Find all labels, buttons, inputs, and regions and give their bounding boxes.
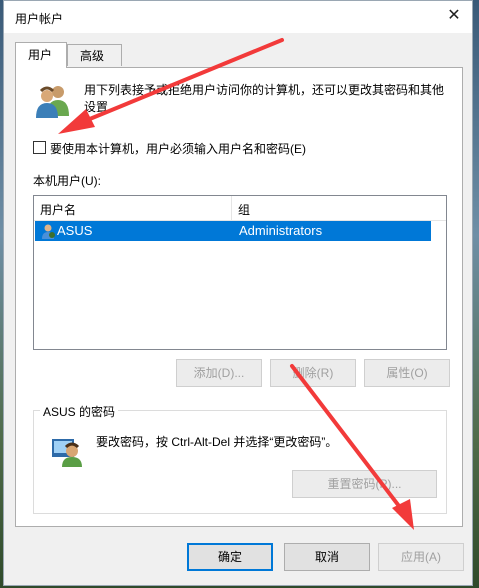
cancel-button[interactable]: 取消 — [284, 543, 370, 571]
must-enter-password-checkbox[interactable] — [33, 141, 46, 154]
local-users-label: 本机用户(U): — [33, 174, 101, 188]
users-icon — [36, 86, 69, 118]
user-list[interactable]: 用户名 组 ASUS Administrators — [33, 195, 447, 350]
password-user-icon — [52, 439, 82, 467]
tab-users[interactable]: 用户 — [15, 42, 67, 68]
remove-user-button[interactable]: 删除(R) — [270, 359, 356, 387]
user-accounts-dialog: 用户帐户 ✕ 用户 高级 用下列表接予或拒绝用户访问你的计算机，还可以更改其密码… — [3, 0, 473, 586]
must-enter-password-label[interactable]: 要使用本计算机，用户必须输入用户名和密码(E) — [50, 140, 306, 157]
ok-button[interactable]: 确定 — [187, 543, 273, 571]
user-row-icon — [42, 224, 55, 239]
user-row-name: ASUS — [57, 223, 93, 238]
users-tab-panel: 用下列表接予或拒绝用户访问你的计算机，还可以更改其密码和其他设置 要使用本计算机… — [15, 67, 463, 527]
window-title: 用户帐户 — [15, 12, 64, 26]
properties-button[interactable]: 属性(O) — [364, 359, 450, 387]
reset-password-button[interactable]: 重置密码(P)... — [292, 470, 437, 498]
column-divider[interactable] — [231, 196, 232, 220]
column-header-group[interactable]: 组 — [238, 201, 250, 218]
user-list-header: 用户名 组 — [34, 196, 446, 221]
tab-advanced[interactable]: 高级 — [67, 44, 122, 66]
apply-button[interactable]: 应用(A) — [378, 543, 464, 571]
add-user-button[interactable]: 添加(D)... — [176, 359, 262, 387]
user-row-asus[interactable]: ASUS Administrators — [35, 221, 431, 241]
column-header-username[interactable]: 用户名 — [40, 201, 76, 218]
title-bar: 用户帐户 ✕ — [4, 1, 472, 33]
close-icon[interactable]: ✕ — [442, 5, 466, 27]
user-row-group: Administrators — [239, 223, 323, 238]
password-group-title: ASUS 的密码 — [40, 403, 119, 420]
intro-text: 用下列表接予或拒绝用户访问你的计算机，还可以更改其密码和其他设置 — [84, 83, 445, 114]
password-instruction-text: 要改密码，按 Ctrl-Alt-Del 并选择“更改密码”。 — [96, 435, 338, 449]
password-groupbox: ASUS 的密码 要改密码，按 Ctrl-Alt-Del 并选择“更改密码”。 … — [33, 403, 447, 514]
